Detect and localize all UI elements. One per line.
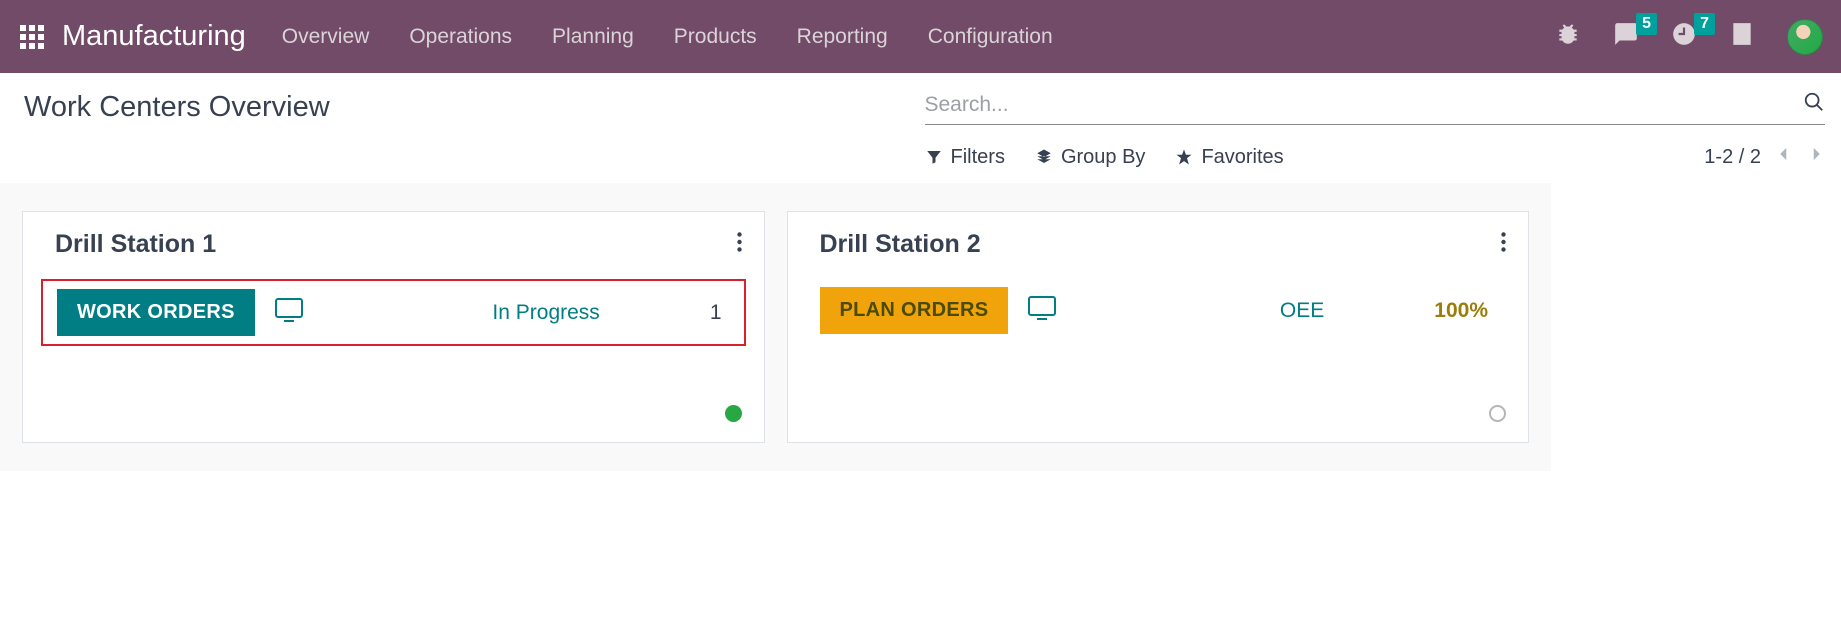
- nav-planning[interactable]: Planning: [552, 25, 634, 49]
- activities-icon[interactable]: 7: [1671, 21, 1697, 52]
- user-avatar[interactable]: [1787, 19, 1823, 55]
- plan-orders-button[interactable]: PLAN ORDERS: [820, 287, 1009, 334]
- pager-text: 1-2 / 2: [1704, 146, 1761, 169]
- kanban-view: Drill Station 1 WORK ORDERS In Progress …: [0, 183, 1551, 471]
- status-dot[interactable]: [725, 405, 742, 422]
- pager: 1-2 / 2: [1704, 145, 1825, 169]
- card-primary-row: WORK ORDERS In Progress 1: [41, 279, 746, 346]
- workcenter-card[interactable]: Drill Station 2 PLAN ORDERS OEE 100%: [787, 211, 1530, 443]
- tablet-view-icon[interactable]: [1028, 296, 1056, 325]
- messages-icon[interactable]: 5: [1613, 21, 1639, 52]
- work-orders-button[interactable]: WORK ORDERS: [57, 289, 255, 336]
- company-icon[interactable]: [1729, 21, 1755, 52]
- status-dot[interactable]: [1489, 405, 1506, 422]
- groupby-label: Group By: [1061, 146, 1145, 169]
- nav-configuration[interactable]: Configuration: [928, 25, 1053, 49]
- workcenter-card[interactable]: Drill Station 1 WORK ORDERS In Progress …: [22, 211, 765, 443]
- search-icon[interactable]: [1803, 91, 1825, 118]
- activities-badge: 7: [1694, 13, 1715, 35]
- nav-menu: Overview Operations Planning Products Re…: [282, 25, 1053, 49]
- kebab-icon[interactable]: [1501, 230, 1506, 259]
- nav-overview[interactable]: Overview: [282, 25, 370, 49]
- page-title: Work Centers Overview: [24, 87, 925, 124]
- groupby-button[interactable]: Group By: [1035, 146, 1145, 169]
- favorites-button[interactable]: Favorites: [1175, 146, 1283, 169]
- pager-next-icon[interactable]: [1807, 145, 1825, 169]
- stat-value: 100%: [1434, 299, 1488, 323]
- stat-label[interactable]: In Progress: [492, 301, 599, 325]
- nav-operations[interactable]: Operations: [409, 25, 512, 49]
- apps-menu-icon[interactable]: [20, 25, 44, 49]
- bug-icon[interactable]: [1555, 21, 1581, 52]
- kebab-icon[interactable]: [737, 230, 742, 259]
- filters-button[interactable]: Filters: [925, 146, 1005, 169]
- stat-label[interactable]: OEE: [1280, 299, 1324, 323]
- search-input[interactable]: [925, 93, 1804, 117]
- pager-prev-icon[interactable]: [1775, 145, 1793, 169]
- nav-products[interactable]: Products: [674, 25, 757, 49]
- tablet-view-icon[interactable]: [275, 298, 303, 327]
- control-panel: Work Centers Overview Filters Group By F…: [0, 73, 1841, 169]
- card-primary-row: PLAN ORDERS OEE 100%: [806, 279, 1511, 342]
- filters-label: Filters: [951, 146, 1005, 169]
- nav-right: 5 7: [1555, 19, 1823, 55]
- search-area: Filters Group By Favorites 1-2 / 2: [925, 87, 1826, 169]
- favorites-label: Favorites: [1201, 146, 1283, 169]
- nav-reporting[interactable]: Reporting: [797, 25, 888, 49]
- workcenter-title: Drill Station 2: [820, 230, 981, 259]
- navbar: Manufacturing Overview Operations Planni…: [0, 0, 1841, 73]
- messages-badge: 5: [1636, 13, 1657, 35]
- workcenter-title: Drill Station 1: [55, 230, 216, 259]
- app-title[interactable]: Manufacturing: [62, 20, 246, 53]
- stat-value: 1: [710, 301, 722, 325]
- search-toolbar: Filters Group By Favorites 1-2 / 2: [925, 125, 1826, 169]
